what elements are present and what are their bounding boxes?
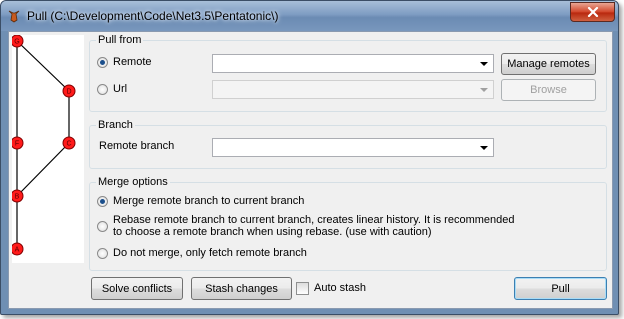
close-button[interactable] xyxy=(570,2,615,22)
commit-node-f[interactable]: F xyxy=(10,136,24,150)
browse-button[interactable]: Browse xyxy=(501,79,596,101)
remote-branch-combobox[interactable] xyxy=(212,138,494,157)
url-combobox[interactable] xyxy=(212,80,494,99)
revision-graph: G D F C B A xyxy=(10,34,84,263)
pull-dialog-window: Pull (C:\Development\Code\Net3.5\Pentato… xyxy=(0,0,619,315)
dialog-client-area: G D F C B A Pull from Remote Manage remotes U… xyxy=(8,31,613,309)
commit-node-b[interactable]: B xyxy=(10,189,24,203)
merge-radio-label: Merge remote branch to current branch xyxy=(113,195,305,207)
auto-stash-checkbox[interactable] xyxy=(296,282,309,295)
no-merge-radio-indicator xyxy=(97,247,108,259)
remote-branch-label: Remote branch xyxy=(99,140,175,152)
commit-node-label: F xyxy=(15,141,19,148)
auto-stash-label[interactable]: Auto stash xyxy=(314,282,366,294)
url-radio-indicator xyxy=(97,83,108,95)
rebase-radio-label-line1: Rebase remote branch to current branch, … xyxy=(113,214,515,226)
remote-radio-label: Remote xyxy=(113,56,152,68)
pull-from-title: Pull from xyxy=(96,34,144,46)
remote-radio[interactable]: Remote xyxy=(97,56,152,68)
commit-node-d[interactable]: D xyxy=(62,84,76,98)
git-extensions-app-icon xyxy=(7,9,21,23)
close-icon xyxy=(587,7,598,17)
merge-radio[interactable]: Merge remote branch to current branch xyxy=(97,195,304,207)
rebase-radio-text: Rebase remote branch to current branch, … xyxy=(113,214,514,238)
solve-conflicts-button[interactable]: Solve conflicts xyxy=(91,277,183,300)
chevron-down-icon xyxy=(480,62,488,66)
merge-options-title: Merge options xyxy=(96,176,170,188)
remote-combobox[interactable] xyxy=(212,54,494,73)
commit-node-label: G xyxy=(14,39,19,46)
url-radio-label: Url xyxy=(113,83,128,95)
branch-title: Branch xyxy=(96,119,135,131)
chevron-down-icon xyxy=(480,146,488,150)
url-radio[interactable]: Url xyxy=(97,83,127,95)
window-title: Pull (C:\Development\Code\Net3.5\Pentato… xyxy=(27,9,279,23)
no-merge-radio-label: Do not merge, only fetch remote branch xyxy=(113,247,307,259)
merge-radio-indicator xyxy=(97,195,108,207)
commit-node-label: C xyxy=(66,141,71,148)
rebase-radio-label-line2: to choose a remote branch when using reb… xyxy=(113,226,432,238)
commit-node-label: B xyxy=(15,194,20,201)
title-bar[interactable]: Pull (C:\Development\Code\Net3.5\Pentato… xyxy=(1,1,618,31)
pull-from-group: Pull from xyxy=(89,34,607,112)
rebase-radio[interactable]: Rebase remote branch to current branch, … xyxy=(97,214,514,238)
rebase-radio-indicator xyxy=(97,221,108,232)
no-merge-radio[interactable]: Do not merge, only fetch remote branch xyxy=(97,247,307,259)
stash-changes-button[interactable]: Stash changes xyxy=(191,277,292,300)
commit-node-label: D xyxy=(66,89,71,96)
commit-node-g[interactable]: G xyxy=(10,34,24,48)
commit-node-c[interactable]: C xyxy=(62,136,76,150)
manage-remotes-button[interactable]: Manage remotes xyxy=(501,53,596,75)
chevron-down-icon xyxy=(480,88,488,92)
remote-radio-indicator xyxy=(97,56,108,68)
pull-button[interactable]: Pull xyxy=(514,277,607,300)
commit-node-label: A xyxy=(15,247,20,254)
commit-node-a[interactable]: A xyxy=(10,242,24,256)
